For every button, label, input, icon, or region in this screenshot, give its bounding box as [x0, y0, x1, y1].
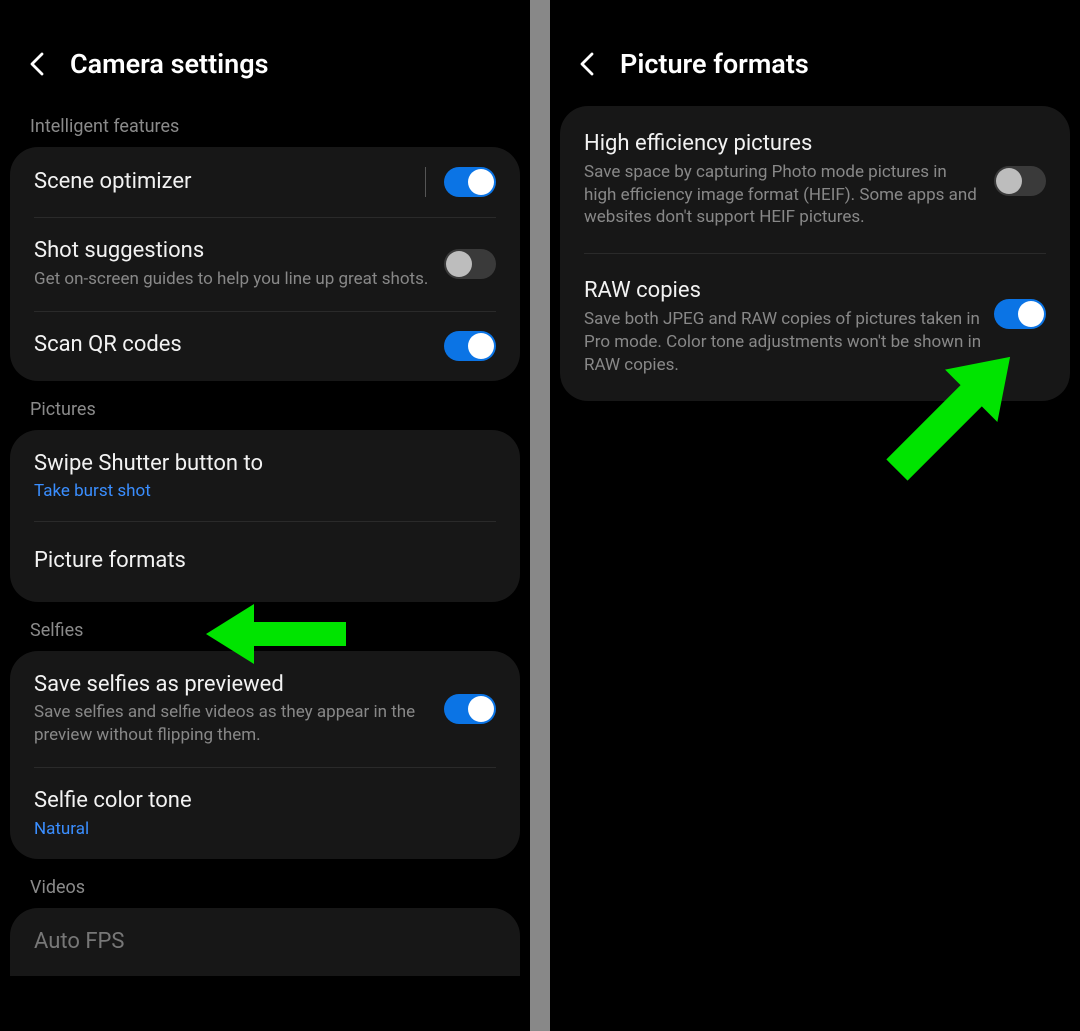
row-selfie-color-tone[interactable]: Selfie color tone Natural — [10, 767, 520, 859]
row-heif[interactable]: High efficiency pictures Save space by c… — [560, 106, 1070, 253]
header: Camera settings — [0, 0, 530, 98]
card-selfies: Save selfies as previewed Save selfies a… — [10, 651, 520, 859]
row-auto-fps[interactable]: Auto FPS — [10, 908, 520, 977]
row-scene-optimizer[interactable]: Scene optimizer — [10, 147, 520, 217]
scene-optimizer-title: Scene optimizer — [34, 168, 413, 197]
card-intelligent: Scene optimizer Shot suggestions Get on-… — [10, 147, 520, 381]
row-raw[interactable]: RAW copies Save both JPEG and RAW copies… — [560, 253, 1070, 400]
card-pictures: Swipe Shutter button to Take burst shot … — [10, 430, 520, 602]
heif-desc: Save space by capturing Photo mode pictu… — [584, 161, 982, 230]
row-picture-formats[interactable]: Picture formats — [10, 521, 520, 602]
raw-title: RAW copies — [584, 277, 982, 306]
shot-suggestions-toggle[interactable] — [444, 249, 496, 279]
row-swipe-shutter[interactable]: Swipe Shutter button to Take burst shot — [10, 430, 520, 522]
back-button[interactable] — [574, 50, 602, 78]
header: Picture formats — [550, 0, 1080, 98]
swipe-shutter-value: Take burst shot — [34, 481, 484, 501]
row-shot-suggestions[interactable]: Shot suggestions Get on-screen guides to… — [10, 217, 520, 311]
screen-camera-settings: Camera settings Intelligent features Sce… — [0, 0, 530, 1031]
picture-formats-title: Picture formats — [34, 547, 484, 576]
scan-qr-title: Scan QR codes — [34, 331, 432, 360]
raw-desc: Save both JPEG and RAW copies of picture… — [584, 308, 982, 377]
section-label-selfies: Selfies — [0, 602, 530, 651]
page-title: Camera settings — [70, 48, 269, 80]
heif-toggle[interactable] — [994, 166, 1046, 196]
screen-picture-formats: Picture formats High efficiency pictures… — [550, 0, 1080, 1031]
section-label-videos: Videos — [0, 859, 530, 908]
heif-title: High efficiency pictures — [584, 130, 982, 159]
shot-suggestions-title: Shot suggestions — [34, 237, 432, 266]
row-scan-qr[interactable]: Scan QR codes — [10, 311, 520, 381]
scene-optimizer-toggle[interactable] — [444, 167, 496, 197]
section-label-intelligent: Intelligent features — [0, 98, 530, 147]
auto-fps-title: Auto FPS — [34, 928, 484, 957]
save-selfies-desc: Save selfies and selfie videos as they a… — [34, 701, 432, 747]
scan-qr-toggle[interactable] — [444, 331, 496, 361]
swipe-shutter-title: Swipe Shutter button to — [34, 450, 484, 479]
shot-suggestions-desc: Get on-screen guides to help you line up… — [34, 268, 432, 291]
save-selfies-title: Save selfies as previewed — [34, 671, 432, 700]
save-selfies-toggle[interactable] — [444, 694, 496, 724]
section-label-pictures: Pictures — [0, 381, 530, 430]
card-formats: High efficiency pictures Save space by c… — [560, 106, 1070, 401]
selfie-color-tone-title: Selfie color tone — [34, 787, 484, 816]
raw-toggle[interactable] — [994, 299, 1046, 329]
divider — [425, 167, 426, 197]
row-save-selfies[interactable]: Save selfies as previewed Save selfies a… — [10, 651, 520, 767]
selfie-color-tone-value: Natural — [34, 819, 484, 839]
back-button[interactable] — [24, 50, 52, 78]
card-videos: Auto FPS — [10, 908, 520, 977]
page-title: Picture formats — [620, 48, 809, 80]
